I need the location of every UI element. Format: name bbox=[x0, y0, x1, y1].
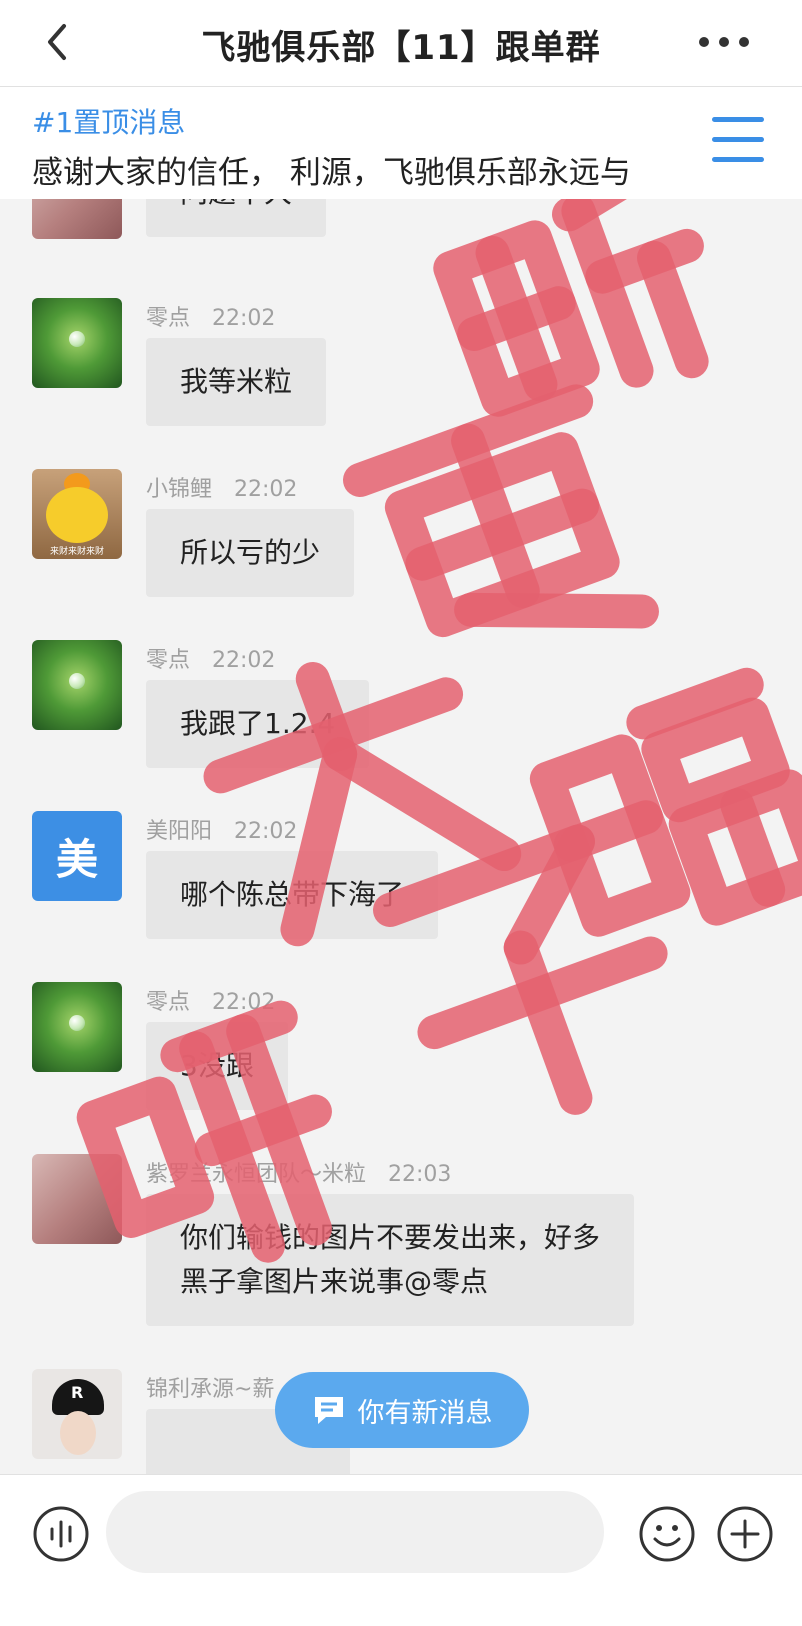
message-bubble[interactable]: 我等米粒 bbox=[146, 338, 327, 426]
pinned-text: 感谢大家的信任， 利源，飞驰俱乐部永远与 bbox=[32, 155, 631, 191]
sender-name: 小锦鲤 bbox=[146, 477, 213, 502]
message-bubble[interactable]: 3没跟 bbox=[146, 1022, 288, 1110]
avatar[interactable] bbox=[32, 982, 122, 1072]
message-time: 22:03 bbox=[388, 1162, 452, 1187]
message-meta: 零点 22:02 bbox=[146, 642, 275, 674]
message-time: 22:02 bbox=[212, 648, 276, 673]
sender-name: 零点 bbox=[146, 306, 191, 331]
sender-name: 美阳阳 bbox=[146, 819, 213, 844]
avatar[interactable] bbox=[32, 1154, 122, 1244]
message-line: 黑子拿图片来说事@零点 bbox=[180, 1265, 489, 1298]
avatar[interactable]: 来财来财来财 bbox=[32, 469, 122, 559]
pinned-tag: #1置顶消息 bbox=[32, 106, 186, 139]
message-line: 你们输钱的图片不要发出来，好多 bbox=[180, 1221, 601, 1254]
message-meta: 锦利承源~薪 bbox=[146, 1371, 274, 1403]
pinned-list-icon[interactable] bbox=[712, 117, 764, 163]
emoji-icon[interactable] bbox=[638, 1505, 696, 1563]
new-message-button[interactable]: 你有新消息 bbox=[275, 1372, 529, 1448]
avatar-letter: R bbox=[71, 1383, 84, 1402]
message-bubble[interactable]: 所以亏的少 bbox=[146, 509, 355, 597]
message-time: 22:02 bbox=[212, 306, 276, 331]
message-meta: 紫罗兰永恒团队～米粒 22:03 bbox=[146, 1156, 451, 1188]
plus-icon[interactable] bbox=[716, 1505, 774, 1563]
avatar[interactable] bbox=[32, 199, 122, 239]
chat-header: 飞驰俱乐部【11】跟单群 bbox=[0, 0, 802, 87]
message-bubble[interactable]: 我跟了1.2.4 bbox=[146, 680, 370, 768]
message-bubble[interactable]: 哪个陈总带下海了 bbox=[146, 851, 439, 939]
pinned-message-bar[interactable]: #1置顶消息 感谢大家的信任， 利源，飞驰俱乐部永远与 bbox=[0, 87, 802, 199]
message-time: 22:02 bbox=[234, 819, 298, 844]
message-bubble[interactable]: 问题不大 bbox=[146, 199, 327, 237]
avatar[interactable]: R bbox=[32, 1369, 122, 1459]
message-bubble[interactable]: 你们输钱的图片不要发出来，好多 黑子拿图片来说事@零点 bbox=[146, 1194, 635, 1326]
avatar[interactable] bbox=[32, 640, 122, 730]
sender-name: 锦利承源~薪 bbox=[146, 1377, 275, 1402]
message-input[interactable] bbox=[106, 1491, 604, 1573]
sender-name: 零点 bbox=[146, 990, 191, 1015]
sender-name: 紫罗兰永恒团队～米粒 bbox=[146, 1162, 367, 1187]
voice-icon[interactable] bbox=[32, 1505, 90, 1563]
input-bar bbox=[0, 1474, 802, 1626]
message-list[interactable]: 问题不大 零点22:02 我等米粒 来财来财来财 小锦鲤22:02 所以亏的少 … bbox=[0, 199, 802, 1474]
new-message-label: 你有新消息 bbox=[357, 1397, 493, 1429]
message-meta: 小锦鲤 22:02 bbox=[146, 471, 297, 503]
avatar-label: 来财来财来财 bbox=[49, 547, 104, 557]
message-meta: 美阳阳 22:02 bbox=[146, 813, 297, 845]
avatar[interactable]: 美 bbox=[32, 811, 122, 901]
message-time: 22:02 bbox=[234, 477, 298, 502]
message-icon bbox=[314, 1397, 343, 1424]
sender-name: 零点 bbox=[146, 648, 191, 673]
message-meta: 零点 22:02 bbox=[146, 300, 275, 332]
group-title: 飞驰俱乐部【11】跟单群 bbox=[201, 28, 601, 68]
message-meta: 零点 22:02 bbox=[146, 984, 275, 1016]
avatar[interactable] bbox=[32, 298, 122, 388]
more-options-icon[interactable] bbox=[696, 30, 752, 54]
message-time: 22:02 bbox=[212, 990, 276, 1015]
